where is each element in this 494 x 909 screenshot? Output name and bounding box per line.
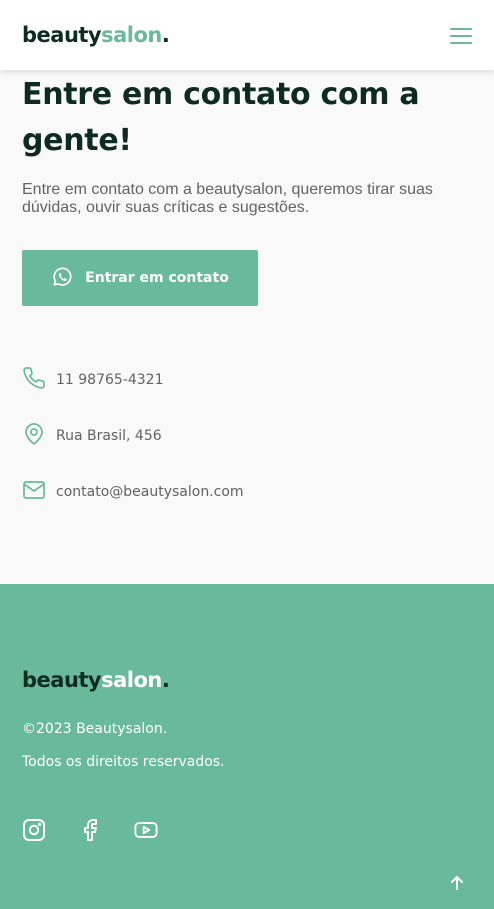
- contact-email-text: contato@beautysalon.com: [56, 484, 244, 500]
- mail-icon: [22, 478, 46, 506]
- social-links: [22, 818, 158, 842]
- logo-part-dot: .: [161, 23, 170, 47]
- instagram-icon[interactable]: [22, 818, 46, 842]
- footer-logo[interactable]: beautysalon.: [22, 668, 170, 692]
- logo-part-beauty: beauty: [22, 23, 102, 47]
- contact-email[interactable]: contato@beautysalon.com: [22, 480, 472, 504]
- map-pin-icon: [22, 422, 46, 450]
- logo-part-salon: salon: [101, 668, 162, 692]
- facebook-icon[interactable]: [78, 818, 102, 842]
- menu-bar: [450, 42, 472, 44]
- contact-cta-button[interactable]: Entrar em contato: [22, 250, 258, 306]
- phone-icon: [22, 366, 46, 394]
- header-logo[interactable]: beautysalon.: [22, 23, 170, 47]
- contact-phone[interactable]: 11 98765-4321: [22, 366, 472, 394]
- logo-part-salon: salon: [101, 23, 162, 47]
- logo-part-dot: .: [161, 668, 170, 692]
- contact-description: Entre em contato com a beautysalon, quer…: [22, 181, 433, 216]
- site-header: beautysalon.: [0, 0, 494, 70]
- contact-address-text: Rua Brasil, 456: [56, 428, 162, 444]
- site-footer: beautysalon. ©2023 Beautysalon. Todos os…: [0, 584, 494, 909]
- footer-rights: Todos os direitos reservados.: [22, 754, 225, 770]
- logo-part-beauty: beauty: [22, 668, 102, 692]
- contact-cta-label: Entrar em contato: [85, 270, 229, 286]
- hamburger-menu-icon[interactable]: [450, 28, 472, 44]
- youtube-icon[interactable]: [134, 818, 158, 842]
- menu-bar: [450, 35, 472, 37]
- contact-phone-text: 11 98765-4321: [56, 372, 164, 388]
- arrow-up-icon[interactable]: [447, 873, 467, 893]
- whatsapp-icon: [51, 266, 73, 291]
- contact-address[interactable]: Rua Brasil, 456: [22, 422, 472, 450]
- menu-bar: [450, 28, 472, 30]
- contact-section: Entre em contato com a gente! Entre em c…: [22, 70, 472, 536]
- contact-info-list: 11 98765-4321 Rua Brasil, 456 contato@be…: [22, 366, 472, 504]
- footer-copyright: ©2023 Beautysalon.: [22, 721, 168, 737]
- page-title: Entre em contato com a gente!: [22, 77, 420, 158]
